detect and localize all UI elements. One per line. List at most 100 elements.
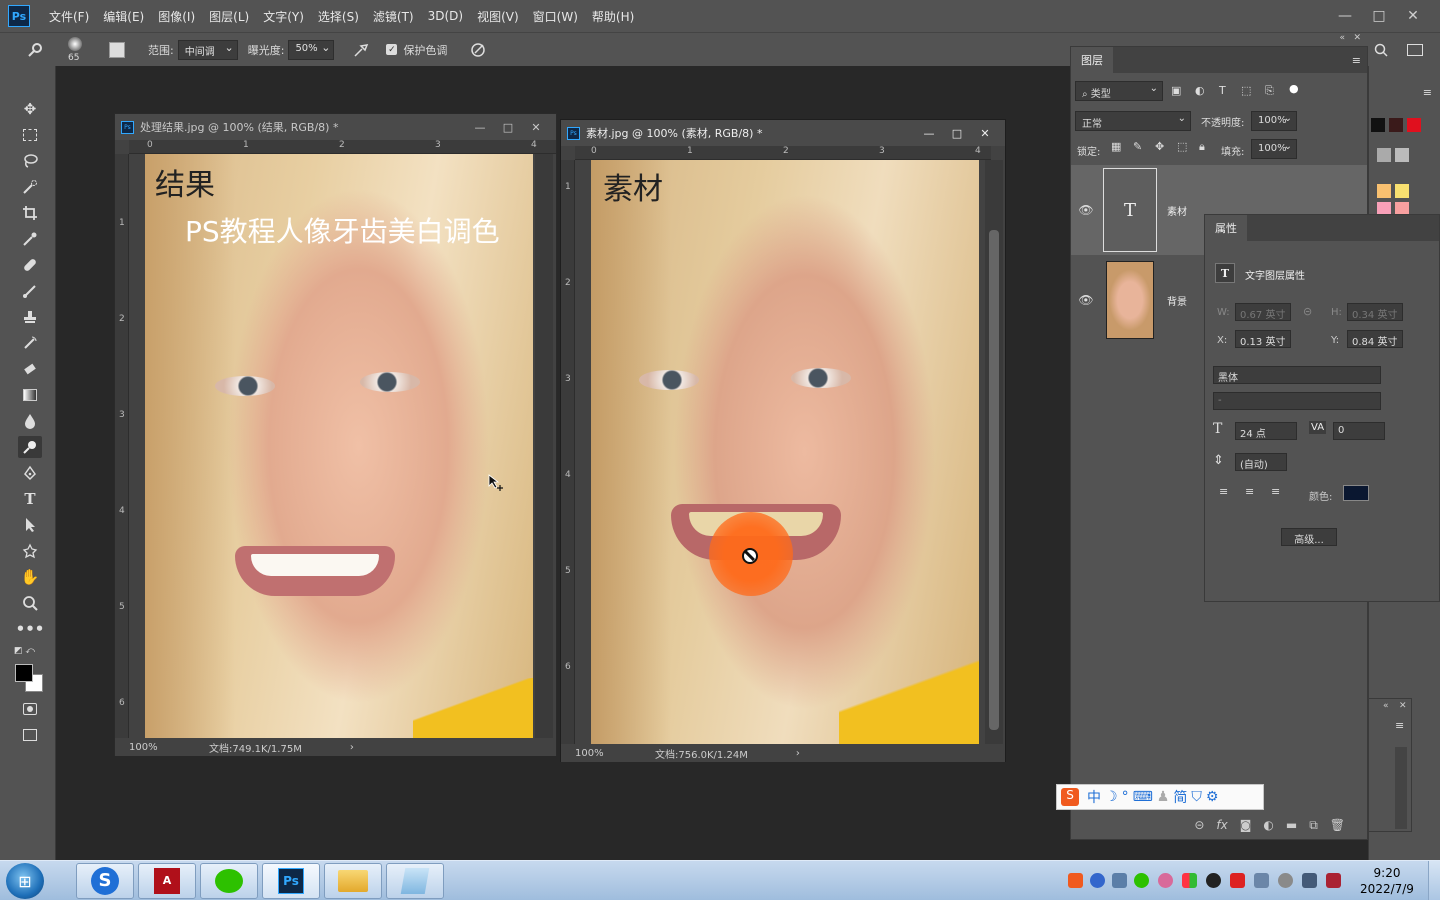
advanced-button[interactable]: 高级... (1281, 528, 1337, 546)
swatch[interactable] (1395, 148, 1409, 162)
menu-help[interactable]: 帮助(H) (585, 8, 641, 25)
swatch[interactable] (1371, 118, 1385, 132)
exposure-input[interactable]: 50% (288, 39, 335, 60)
pressure-size-icon[interactable] (467, 39, 489, 61)
align-center-icon[interactable]: ≡ (1245, 485, 1254, 498)
taskbar-wechat-app[interactable] (200, 863, 258, 899)
collapse-icon[interactable]: « (1383, 701, 1389, 711)
width-input[interactable]: 0.67 英寸 (1235, 303, 1291, 321)
tutorial-title-text[interactable]: PS教程人像牙齿美白调色 (185, 210, 500, 250)
quick-select-tool-icon[interactable] (18, 176, 42, 198)
result-title-text[interactable]: 结果 (155, 160, 215, 204)
layer-name[interactable]: 素材 (1167, 203, 1187, 218)
pen-tool-icon[interactable] (18, 462, 42, 484)
ime-settings-icon[interactable]: ⚙ (1206, 789, 1219, 805)
source-title-text[interactable]: 素材 (603, 164, 663, 208)
brush-panel-toggle-icon[interactable] (106, 39, 128, 61)
history-brush-tool-icon[interactable] (18, 332, 42, 354)
add-mask-icon[interactable]: ◙ (1240, 818, 1252, 832)
quick-mask-icon[interactable] (18, 698, 42, 720)
visibility-eye-icon[interactable]: 👁︎ (1071, 293, 1101, 307)
airbrush-icon[interactable] (350, 39, 372, 61)
zoom-tool-icon[interactable] (18, 592, 42, 614)
custom-shape-tool-icon[interactable] (18, 540, 42, 562)
opacity-input[interactable]: 100% (1251, 111, 1297, 131)
blur-tool-icon[interactable] (18, 410, 42, 432)
document-title-bar[interactable]: Ps 处理结果.jpg @ 100% (结果, RGB/8) * — □ ✕ (115, 114, 556, 140)
canvas-photo-source[interactable]: 素材 (591, 160, 979, 744)
lock-all-icon[interactable]: 🔒︎ (1199, 140, 1205, 154)
collapse-icon[interactable]: « (1339, 33, 1345, 43)
text-color-swatch[interactable] (1343, 485, 1369, 501)
app-close-button[interactable]: ✕ (1396, 8, 1430, 24)
swatch[interactable] (1389, 118, 1403, 132)
tray-alert-icon[interactable] (1230, 873, 1245, 888)
swatch[interactable] (1407, 118, 1421, 132)
healing-brush-tool-icon[interactable] (18, 254, 42, 276)
swatch[interactable] (1395, 184, 1409, 198)
swap-colors-icon[interactable]: ◩ ⤺ (14, 646, 35, 656)
tray-qq-icon[interactable] (1206, 873, 1221, 888)
lasso-tool-icon[interactable] (18, 150, 42, 172)
ime-simplified[interactable]: 简 (1173, 787, 1187, 807)
menu-file[interactable]: 文件(F) (42, 8, 96, 25)
brush-tool-icon[interactable] (18, 280, 42, 302)
canvas-photo-result[interactable]: 结果 PS教程人像牙齿美白调色 (145, 154, 533, 738)
panel-close-icon[interactable]: ✕ (1399, 701, 1407, 711)
link-dimensions-icon[interactable]: ⊝ (1303, 305, 1312, 318)
doc-close-button[interactable]: ✕ (971, 127, 999, 140)
lock-position-icon[interactable]: ✥ (1155, 140, 1164, 153)
ime-mode-chinese[interactable]: 中 (1087, 787, 1101, 807)
workspace-switcher-icon[interactable] (1404, 39, 1426, 61)
tray-sync-icon[interactable] (1278, 873, 1293, 888)
eraser-tool-icon[interactable] (18, 358, 42, 380)
tray-help-icon[interactable] (1090, 873, 1105, 888)
menu-edit[interactable]: 编辑(E) (96, 8, 151, 25)
tracking-input[interactable]: 0 (1333, 422, 1385, 440)
show-desktop-button[interactable] (1428, 861, 1440, 900)
app-maximize-button[interactable]: □ (1362, 8, 1396, 24)
clone-stamp-tool-icon[interactable] (18, 306, 42, 328)
app-minimize-button[interactable]: — (1328, 8, 1362, 24)
leading-input[interactable]: (自动) (1235, 453, 1287, 471)
menu-3d[interactable]: 3D(D) (421, 9, 470, 23)
path-selection-tool-icon[interactable] (18, 514, 42, 536)
marquee-tool-icon[interactable] (18, 124, 42, 146)
zoom-level[interactable]: 100% (575, 748, 655, 759)
menu-filter[interactable]: 滤镜(T) (366, 8, 421, 25)
new-layer-icon[interactable]: ⧉ (1309, 818, 1318, 833)
lock-artboard-icon[interactable]: ⬚ (1177, 140, 1187, 153)
start-button[interactable]: ⊞ (6, 863, 44, 899)
filter-toggle-icon[interactable]: ● (1289, 82, 1299, 95)
swatch[interactable] (1377, 148, 1391, 162)
clock[interactable]: 9:20 2022/7/9 (1352, 865, 1422, 897)
filter-adjustment-icon[interactable]: ◐ (1195, 84, 1205, 97)
status-menu-arrow-icon[interactable]: › (796, 748, 800, 759)
align-right-icon[interactable]: ≡ (1271, 485, 1280, 498)
doc-maximize-button[interactable]: □ (494, 121, 522, 134)
hand-tool-icon[interactable]: ✋ (18, 566, 42, 588)
lock-image-icon[interactable]: ✎ (1133, 140, 1142, 153)
search-icon[interactable] (1370, 39, 1392, 61)
zoom-level[interactable]: 100% (129, 742, 209, 753)
font-style-select[interactable]: - (1213, 392, 1381, 410)
menu-window[interactable]: 窗口(W) (526, 8, 585, 25)
doc-minimize-button[interactable]: — (466, 121, 494, 134)
adjustment-layer-icon[interactable]: ◐ (1263, 818, 1273, 832)
tab-layers[interactable]: 图层 (1071, 47, 1113, 73)
tray-wechat-icon[interactable] (1134, 873, 1149, 888)
panel-close-icon[interactable]: ✕ (1353, 33, 1361, 43)
eyedropper-tool-icon[interactable] (18, 228, 42, 250)
protect-tones-checkbox[interactable]: ✓ (386, 44, 398, 55)
document-window-source[interactable]: Ps 素材.jpg @ 100% (素材, RGB/8) * — □ ✕ 0 1… (560, 119, 1006, 762)
tray-display-icon[interactable] (1302, 873, 1317, 888)
panel-menu-icon[interactable]: ≡ (1395, 719, 1404, 732)
keyboard-icon[interactable]: ⌨ (1133, 789, 1153, 805)
range-select[interactable]: 中间调 (177, 39, 238, 60)
font-family-select[interactable]: 黑体 (1213, 366, 1381, 384)
x-input[interactable]: 0.13 英寸 (1235, 330, 1291, 348)
menu-type[interactable]: 文字(Y) (256, 8, 311, 25)
canvas-scrollbar[interactable] (535, 154, 553, 738)
dodge-tool-preset-icon[interactable] (24, 39, 46, 61)
taskbar-photoshop-app[interactable]: Ps (262, 863, 320, 899)
